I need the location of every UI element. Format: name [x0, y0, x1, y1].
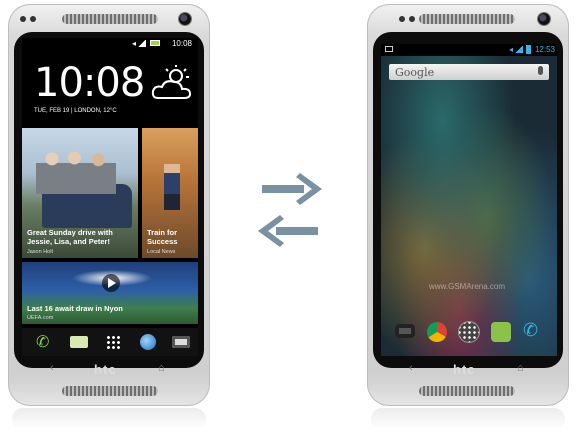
left-screen: ◂ 10:08 10:08 TUE, FEB 19 | LONDON, 12°C…	[22, 38, 198, 356]
top-speaker-grille	[62, 14, 158, 24]
back-icon[interactable]: ‹	[409, 362, 413, 374]
tile-source: UEFA.com	[27, 315, 54, 321]
tile-caption: Last 16 await draw in Nyon	[27, 304, 123, 313]
front-camera	[179, 13, 191, 25]
messages-icon[interactable]	[70, 336, 88, 348]
tile-caption: Great Sunday drive with Jessie, Lisa, an…	[27, 228, 113, 246]
left-phone-reflection	[12, 408, 206, 430]
tile-source: Local News	[147, 249, 176, 255]
brand-logo: htc	[94, 362, 117, 377]
watermark: www.GSMArena.com	[429, 282, 506, 291]
phone-icon[interactable]: ✆	[36, 332, 52, 351]
bottom-speaker-grille	[62, 386, 158, 396]
brand-logo: htc	[453, 362, 476, 377]
microphone-icon[interactable]	[538, 66, 543, 75]
top-speaker-grille	[419, 14, 515, 24]
left-phone: ◂ 10:08 10:08 TUE, FEB 19 | LONDON, 12°C…	[8, 4, 210, 406]
arrow-left-icon	[258, 215, 318, 247]
feed-tile-video[interactable]: Last 16 await draw in Nyon UEFA.com	[22, 262, 198, 324]
back-icon[interactable]: ‹	[50, 362, 54, 374]
camera-icon[interactable]	[172, 336, 190, 348]
feed-tile-news[interactable]: Train for Success Local News	[142, 128, 198, 258]
home-icon[interactable]: ⌂	[158, 362, 165, 374]
clock-widget[interactable]: 10:08	[34, 60, 145, 106]
signal-icon	[515, 46, 523, 53]
tile-source: Jason Holt	[27, 249, 53, 255]
feed-tile-photo[interactable]: Great Sunday drive with Jessie, Lisa, an…	[22, 128, 138, 258]
wifi-icon: ◂	[508, 45, 513, 54]
messaging-icon[interactable]	[491, 322, 511, 342]
status-time: 10:08	[171, 39, 192, 48]
swap-arrows	[258, 173, 322, 247]
status-bar: ◂ 12:53	[381, 44, 557, 56]
battery-icon	[526, 45, 531, 54]
play-icon[interactable]	[102, 274, 120, 292]
right-phone-reflection	[371, 408, 565, 430]
phone-icon[interactable]: ✆	[523, 320, 543, 340]
tile-caption: Train for Success	[147, 228, 178, 246]
browser-icon[interactable]	[140, 334, 156, 350]
weather-icon[interactable]	[150, 64, 196, 104]
chrome-icon[interactable]	[427, 322, 447, 342]
proximity-sensor	[20, 16, 26, 22]
right-phone: ◂ 12:53 Google www.GSMArena.com ✆ htc ‹ …	[367, 4, 569, 406]
battery-icon	[150, 40, 160, 46]
proximity-sensor	[399, 16, 405, 22]
app-drawer-icon[interactable]	[459, 322, 479, 342]
proximity-sensor-2	[409, 16, 415, 22]
apps-grid-icon[interactable]	[106, 335, 120, 349]
people-image	[36, 150, 116, 194]
google-search-label: Google	[395, 66, 435, 79]
front-camera	[538, 13, 550, 25]
bottom-speaker-grille	[419, 386, 515, 396]
proximity-sensor-2	[30, 16, 36, 22]
dock-bar: ✆	[22, 328, 198, 356]
home-icon[interactable]: ⌂	[517, 362, 524, 374]
arrow-right-icon	[262, 173, 322, 205]
status-time: 12:53	[534, 45, 555, 54]
notification-mail-icon	[385, 46, 393, 52]
google-search-bar[interactable]: Google	[389, 64, 549, 80]
runner-image	[164, 164, 180, 210]
date-line: TUE, FEB 19 | LONDON, 12°C	[34, 108, 117, 114]
camera-icon[interactable]	[395, 324, 415, 338]
signal-icon	[138, 40, 146, 47]
status-bar: ◂ 10:08	[22, 38, 198, 50]
wifi-icon: ◂	[131, 39, 136, 48]
right-screen: ◂ 12:53 Google www.GSMArena.com ✆	[381, 44, 557, 356]
